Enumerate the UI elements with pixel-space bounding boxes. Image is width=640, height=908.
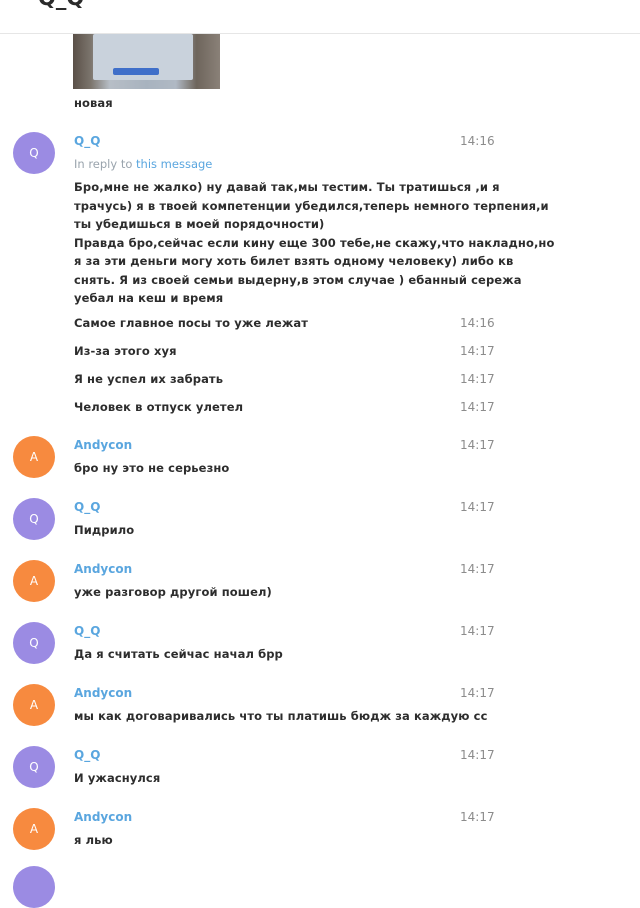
avatar-letter: Q xyxy=(29,760,39,774)
message-line: Бро,мне не жалко) ну давай так,мы тестим… xyxy=(74,180,500,194)
photo-caption: новая xyxy=(74,96,113,110)
message-time: 14:17 xyxy=(460,686,495,700)
avatar[interactable]: A xyxy=(13,560,55,602)
photo-button-shape xyxy=(113,68,159,75)
message-text: Человек в отпуск улетел xyxy=(74,400,244,414)
message-time: 14:17 xyxy=(460,438,495,452)
sender-name[interactable]: Q_Q xyxy=(74,500,100,514)
avatar-letter: A xyxy=(29,698,39,712)
message-line: Правда бро,сейчас если кину еще 300 тебе… xyxy=(74,235,555,250)
message-time: 14:17 xyxy=(460,748,495,762)
avatar[interactable]: Q xyxy=(13,746,55,788)
message-time: 14:17 xyxy=(460,372,495,386)
message-line: уебал на кеш и время xyxy=(74,291,224,305)
avatar[interactable]: Q xyxy=(13,498,55,540)
photo-attachment[interactable] xyxy=(73,34,220,89)
avatar-letter: A xyxy=(29,574,39,588)
chat-title: Q_Q xyxy=(38,0,84,10)
message-time: 14:17 xyxy=(460,562,495,576)
message-time: 14:16 xyxy=(460,134,495,148)
message-time: 14:17 xyxy=(460,344,495,358)
message-text: Из-за этого хуя xyxy=(74,344,177,358)
message-text: Бро,мне не жалко) ну давай так,мы тестим… xyxy=(74,178,554,308)
avatar-letter: A xyxy=(29,450,39,464)
sender-name[interactable]: Andycon xyxy=(74,562,132,576)
sender-name[interactable]: Andycon xyxy=(74,438,132,452)
message-text: И ужаснулся xyxy=(74,771,161,785)
message-time: 14:16 xyxy=(460,316,495,330)
message-time: 14:17 xyxy=(460,810,495,824)
sender-name[interactable]: Q_Q xyxy=(74,748,100,762)
reply-indicator: In reply to this message xyxy=(74,157,212,171)
reply-link[interactable]: this message xyxy=(136,157,212,171)
sender-name[interactable]: Q_Q xyxy=(74,624,100,638)
message-text: Самое главное посы то уже лежат xyxy=(74,316,308,330)
message-line: я за эти деньги могу хоть билет взять од… xyxy=(74,254,514,268)
avatar-letter: Q xyxy=(29,512,39,526)
sender-name[interactable]: Andycon xyxy=(74,810,132,824)
avatar-letter: A xyxy=(29,822,39,836)
message-time: 14:17 xyxy=(460,500,495,514)
sender-name[interactable]: Andycon xyxy=(74,686,132,700)
message-text: уже разговор другой пошел) xyxy=(74,585,272,599)
message-time: 14:17 xyxy=(460,624,495,638)
message-line: снять. Я из своей семьи выдерну,в этом с… xyxy=(74,272,522,287)
avatar[interactable]: A xyxy=(13,684,55,726)
avatar[interactable]: Q xyxy=(13,132,55,174)
message-text: Да я считать сейчас начал брр xyxy=(74,647,283,661)
avatar[interactable]: A xyxy=(13,436,55,478)
avatar-letter: Q xyxy=(29,636,39,650)
message-text: Пидрило xyxy=(74,523,135,537)
avatar[interactable] xyxy=(13,866,55,908)
message-text: я лью xyxy=(74,833,113,847)
sender-name[interactable]: Q_Q xyxy=(74,134,100,148)
message-text: бро ну это не серьезно xyxy=(74,461,230,475)
message-line: ты убедишься в моей порядочности) xyxy=(74,217,325,231)
chat-header: Q_Q xyxy=(0,0,640,34)
message-text: мы как договаривались что ты платишь бюд… xyxy=(74,709,488,723)
avatar-letter: Q xyxy=(29,146,39,160)
avatar[interactable]: Q xyxy=(13,622,55,664)
message-text: Я не успел их забрать xyxy=(74,372,224,386)
reply-prefix: In reply to xyxy=(74,157,133,171)
message-line: трачусь) я в твоей компетенции убедился,… xyxy=(74,198,549,213)
message-time: 14:17 xyxy=(460,400,495,414)
avatar[interactable]: A xyxy=(13,808,55,850)
